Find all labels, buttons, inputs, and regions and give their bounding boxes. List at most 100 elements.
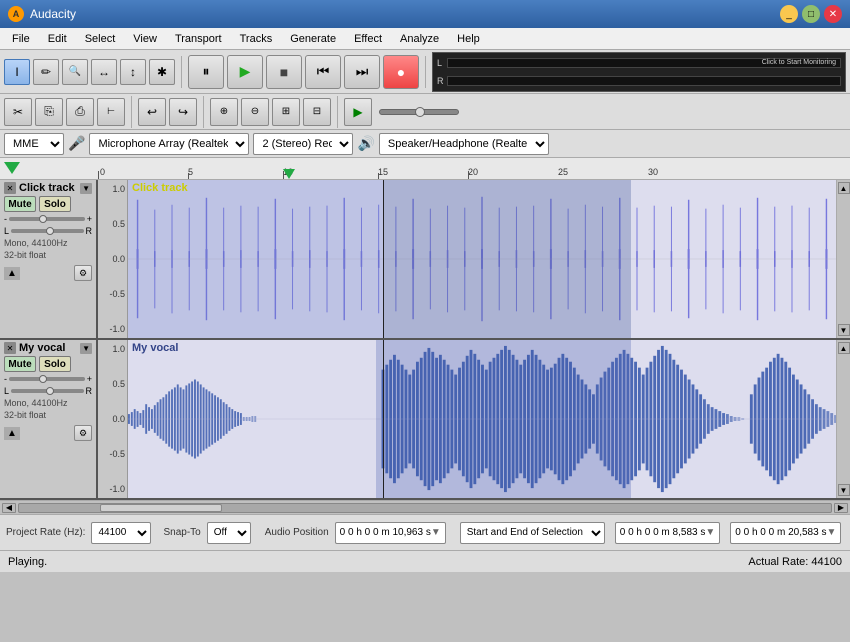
menu-help[interactable]: Help	[449, 31, 488, 47]
copy-button[interactable]: ⎘	[35, 98, 63, 126]
speed-slider-thumb[interactable]	[415, 107, 425, 117]
stop-button[interactable]: ■	[266, 55, 302, 89]
vu-left-bar: Click to Start Monitoring	[447, 58, 841, 68]
vocal-track-mute[interactable]: Mute	[4, 356, 36, 372]
title-controls: _ □ ✕	[780, 5, 842, 23]
maximize-button[interactable]: □	[802, 5, 820, 23]
trim-button[interactable]: ⊢	[97, 98, 125, 126]
vocal-track-gain-slider[interactable]	[9, 377, 85, 381]
close-button[interactable]: ✕	[824, 5, 842, 23]
vocal-track-menu[interactable]: ▼	[80, 343, 92, 354]
selection-type-select[interactable]: Start and End of Selection	[460, 522, 605, 544]
host-select[interactable]: MME	[4, 133, 64, 155]
menu-file[interactable]: File	[4, 31, 38, 47]
click-track-gain-row: - +	[4, 214, 92, 224]
click-track-gain-slider[interactable]	[9, 217, 85, 221]
vocal-track-settings[interactable]: ⚙	[74, 425, 92, 441]
click-track-menu[interactable]: ▼	[80, 183, 92, 194]
ruler-20: 20	[468, 167, 478, 177]
vocal-track-pan-slider[interactable]	[11, 389, 83, 393]
scroll-left-button[interactable]: ◀	[2, 503, 16, 513]
vocal-vscroll-up[interactable]: ▲	[838, 342, 850, 354]
vocal-track-expand[interactable]: ▲	[4, 427, 20, 440]
envelope-tool-button[interactable]: ↔	[91, 59, 117, 85]
minimize-button[interactable]: _	[780, 5, 798, 23]
vu-left: L Click to Start Monitoring	[437, 55, 841, 71]
vocal-track-pan-knob[interactable]	[46, 387, 54, 395]
menu-effect[interactable]: Effect	[346, 31, 390, 47]
paste-button[interactable]: ⎙	[66, 98, 94, 126]
skip-forward-button[interactable]: ⏭	[344, 55, 380, 89]
vocal-track-solo[interactable]: Solo	[39, 356, 71, 372]
vocal-track-scale: 1.0 0.5 0.0 -0.5 -1.0	[98, 340, 128, 498]
scroll-right-button[interactable]: ▶	[834, 503, 848, 513]
menu-transport[interactable]: Transport	[167, 31, 230, 47]
audio-position-value[interactable]: 0 0 h 0 0 m 10,963 s ▼	[335, 522, 446, 544]
vocal-track-waveform[interactable]: My vocal	[128, 340, 836, 498]
menu-bar: File Edit Select View Transport Tracks G…	[0, 28, 850, 50]
snap-to-label: Snap-To	[163, 527, 200, 538]
play-button[interactable]: ▶	[227, 55, 263, 89]
project-rate-select[interactable]: 44100	[91, 522, 151, 544]
click-track-expand[interactable]: ▲	[4, 267, 20, 280]
selection-end-value[interactable]: 0 0 h 0 0 m 20,583 s ▼	[730, 522, 841, 544]
edit-toolbar: ✂ ⎘ ⎙ ⊢ ↩ ↪ ⊕ ⊖ ⊞ ⊟ ▶	[0, 94, 850, 130]
vocal-track-close[interactable]: ✕	[4, 342, 16, 354]
title-bar: A Audacity _ □ ✕	[0, 0, 850, 28]
menu-select[interactable]: Select	[77, 31, 124, 47]
undo-button[interactable]: ↩	[138, 98, 166, 126]
play-at-speed-button[interactable]: ▶	[344, 98, 372, 126]
vscroll-down[interactable]: ▼	[838, 324, 850, 336]
selection-tool-button[interactable]: I	[4, 59, 30, 85]
title-text: Audacity	[30, 7, 76, 21]
speed-slider[interactable]	[379, 109, 459, 115]
mic-channels-select[interactable]: 2 (Stereo) Recor	[253, 133, 353, 155]
zoom-fit-button[interactable]: ⊟	[303, 98, 331, 126]
scale-nhalf: -0.5	[109, 289, 125, 299]
cut-button[interactable]: ✂	[4, 98, 32, 126]
selection-start-value[interactable]: 0 0 h 0 0 m 8,583 s ▼	[615, 522, 721, 544]
vocal-track-row: ✕ My vocal ▼ Mute Solo - + L	[0, 340, 850, 500]
menu-view[interactable]: View	[125, 31, 165, 47]
click-track-gain-knob[interactable]	[39, 215, 47, 223]
vu-click-label[interactable]: Click to Start Monitoring	[762, 59, 836, 66]
status-bar: Project Rate (Hz): 44100 Snap-To Off Aud…	[0, 514, 850, 550]
vocal-vscroll-down[interactable]: ▼	[838, 484, 850, 496]
vscroll-up[interactable]: ▲	[838, 182, 850, 194]
click-track-pan-slider[interactable]	[11, 229, 83, 233]
start-marker[interactable]	[4, 162, 20, 174]
speaker-device-select[interactable]: Speaker/Headphone (Realte	[379, 133, 549, 155]
click-track-waveform[interactable]: Click track	[128, 180, 836, 338]
zoom-in-button[interactable]: ⊕	[210, 98, 238, 126]
mic-device-select[interactable]: Microphone Array (Realtek	[89, 133, 249, 155]
vocal-scale-bot: -1.0	[109, 484, 125, 494]
vocal-scale-nhalf: -0.5	[109, 449, 125, 459]
gain-minus-label: -	[4, 214, 7, 224]
multitool-button[interactable]: ✱	[149, 59, 175, 85]
click-track-settings[interactable]: ⚙	[74, 265, 92, 281]
redo-button[interactable]: ↪	[169, 98, 197, 126]
click-track-solo[interactable]: Solo	[39, 196, 71, 212]
zoom-out-button[interactable]: ⊖	[241, 98, 269, 126]
snap-to-select[interactable]: Off	[207, 522, 251, 544]
skip-back-button[interactable]: ⏮	[305, 55, 341, 89]
menu-tracks[interactable]: Tracks	[232, 31, 281, 47]
click-track-mute[interactable]: Mute	[4, 196, 36, 212]
scroll-thumb[interactable]	[100, 504, 222, 512]
scale-bot: -1.0	[109, 324, 125, 334]
menu-edit[interactable]: Edit	[40, 31, 75, 47]
draw-tool-button[interactable]: ✏	[33, 59, 59, 85]
scroll-track[interactable]	[18, 503, 832, 513]
zoom-sel-button[interactable]: ⊞	[272, 98, 300, 126]
click-track-pan-knob[interactable]	[46, 227, 54, 235]
timeshift-tool-button[interactable]: ↕	[120, 59, 146, 85]
zoom-tool-button[interactable]: 🔍	[62, 59, 88, 85]
menu-generate[interactable]: Generate	[282, 31, 344, 47]
record-button[interactable]: ●	[383, 55, 419, 89]
click-track-close[interactable]: ✕	[4, 182, 16, 194]
pause-button[interactable]: ⏸	[188, 55, 224, 89]
menu-analyze[interactable]: Analyze	[392, 31, 447, 47]
io-bar: MME 🎤 Microphone Array (Realtek 2 (Stere…	[0, 130, 850, 158]
vocal-track-gain-knob[interactable]	[39, 375, 47, 383]
timeline-ruler[interactable]: 0 5 10 15 20 25 30	[0, 158, 850, 180]
